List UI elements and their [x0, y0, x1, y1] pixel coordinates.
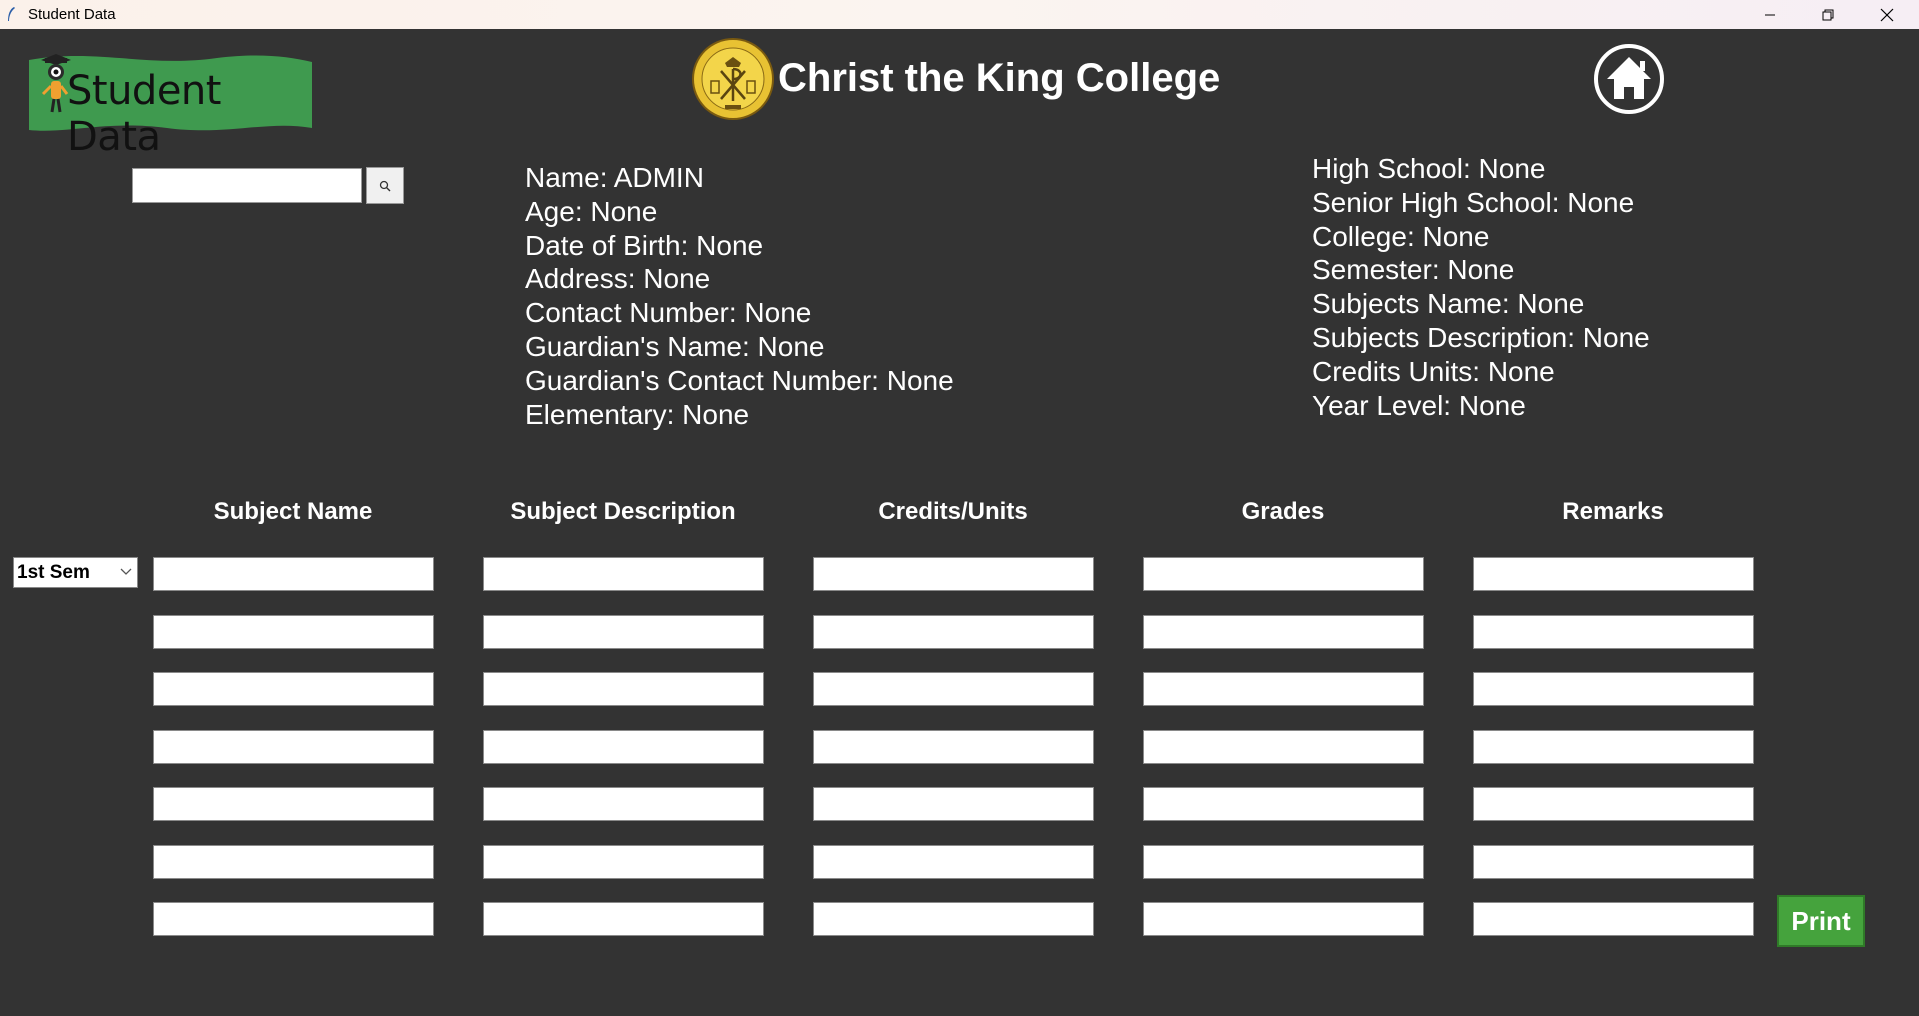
- remarks-field[interactable]: [1473, 557, 1754, 591]
- column-header-remarks: Remarks: [1562, 498, 1664, 525]
- info-date-of-birth: Date of Birth: None: [525, 229, 764, 261]
- table-row: [0, 672, 1919, 706]
- student-data-logo: Student Data: [27, 50, 314, 160]
- grade-field[interactable]: [1143, 845, 1424, 879]
- print-button[interactable]: Print: [1777, 895, 1865, 947]
- column-header-subject-name: Subject Name: [213, 498, 373, 525]
- info-age: Age: None: [525, 195, 658, 227]
- info-address: Address: None: [525, 263, 711, 295]
- college-seal-icon: [692, 38, 774, 120]
- subject-description-field[interactable]: [483, 672, 764, 706]
- subject-description-field[interactable]: [483, 615, 764, 649]
- subject-name-field[interactable]: [153, 730, 434, 764]
- subject-name-field[interactable]: [153, 902, 434, 936]
- info-high-school: High School: None: [1312, 153, 1546, 184]
- restore-button[interactable]: [1799, 0, 1857, 29]
- remarks-field[interactable]: [1473, 730, 1754, 764]
- feather-icon: [8, 7, 15, 21]
- remarks-field[interactable]: [1473, 902, 1754, 936]
- remarks-field[interactable]: [1473, 615, 1754, 649]
- grade-field[interactable]: [1143, 902, 1424, 936]
- subject-description-field[interactable]: [483, 845, 764, 879]
- subject-name-field[interactable]: [153, 845, 434, 879]
- credits-units-field[interactable]: [813, 730, 1094, 764]
- remarks-field[interactable]: [1473, 672, 1754, 706]
- info-guardian-contact: Guardian's Contact Number: None: [525, 364, 954, 396]
- table-row: [0, 845, 1919, 879]
- info-credits-units: Credits Units: None: [1312, 355, 1555, 387]
- column-header-grades: Grades: [1241, 498, 1325, 525]
- column-header-subject-description: Subject Description: [510, 498, 736, 525]
- credits-units-field[interactable]: [813, 787, 1094, 821]
- subject-name-field[interactable]: [153, 787, 434, 821]
- subject-description-field[interactable]: [483, 730, 764, 764]
- search-icon: [379, 180, 391, 191]
- window-titlebar: Student Data: [0, 0, 1919, 29]
- student-info-left: Name: ADMIN Age: None Date of Birth: Non…: [525, 161, 954, 431]
- table-row: [0, 787, 1919, 821]
- subject-name-field[interactable]: [153, 615, 434, 649]
- window-title: Student Data: [28, 6, 116, 23]
- subject-description-field[interactable]: [483, 557, 764, 591]
- search-button[interactable]: [366, 167, 404, 204]
- info-guardian-name: Guardian's Name: None: [525, 330, 825, 362]
- info-subjects-description: Subjects Description: None: [1312, 321, 1650, 353]
- home-icon[interactable]: [1593, 43, 1665, 115]
- credits-units-field[interactable]: [813, 615, 1094, 649]
- subject-name-field[interactable]: [153, 557, 434, 591]
- table-row: [0, 730, 1919, 764]
- student-info-right: High School: None Senior High School: No…: [1312, 152, 1650, 422]
- info-senior-high-school: Senior High School: None: [1312, 186, 1635, 218]
- restore-icon: [1822, 9, 1834, 20]
- info-college: College: None: [1312, 220, 1490, 252]
- info-subjects-name: Subjects Name: None: [1312, 288, 1585, 320]
- grade-field[interactable]: [1143, 672, 1424, 706]
- subject-description-field[interactable]: [483, 787, 764, 821]
- info-name: Name: ADMIN: [525, 162, 704, 193]
- remarks-field[interactable]: [1473, 845, 1754, 879]
- close-button[interactable]: [1858, 0, 1916, 29]
- subject-description-field[interactable]: [483, 902, 764, 936]
- grade-field[interactable]: [1143, 787, 1424, 821]
- grade-field[interactable]: [1143, 557, 1424, 591]
- search-input[interactable]: [132, 168, 362, 203]
- column-header-credits-units: Credits/Units: [878, 498, 1028, 525]
- info-elementary: Elementary: None: [525, 398, 750, 430]
- minimize-icon: [1765, 14, 1775, 15]
- info-semester: Semester: None: [1312, 254, 1515, 286]
- subject-name-field[interactable]: [153, 672, 434, 706]
- table-row: [0, 902, 1919, 936]
- grade-field[interactable]: [1143, 615, 1424, 649]
- table-row: [0, 557, 1919, 591]
- grade-field[interactable]: [1143, 730, 1424, 764]
- info-contact-number: Contact Number: None: [525, 297, 812, 329]
- table-row: [0, 615, 1919, 649]
- credits-units-field[interactable]: [813, 845, 1094, 879]
- credits-units-field[interactable]: [813, 902, 1094, 936]
- credits-units-field[interactable]: [813, 557, 1094, 591]
- remarks-field[interactable]: [1473, 787, 1754, 821]
- credits-units-field[interactable]: [813, 672, 1094, 706]
- close-icon: [1880, 8, 1894, 21]
- minimize-button[interactable]: [1741, 0, 1799, 29]
- college-title: Christ the King College: [778, 56, 1221, 100]
- logo-text: Student Data: [67, 68, 221, 160]
- info-year-level: Year Level: None: [1312, 389, 1526, 421]
